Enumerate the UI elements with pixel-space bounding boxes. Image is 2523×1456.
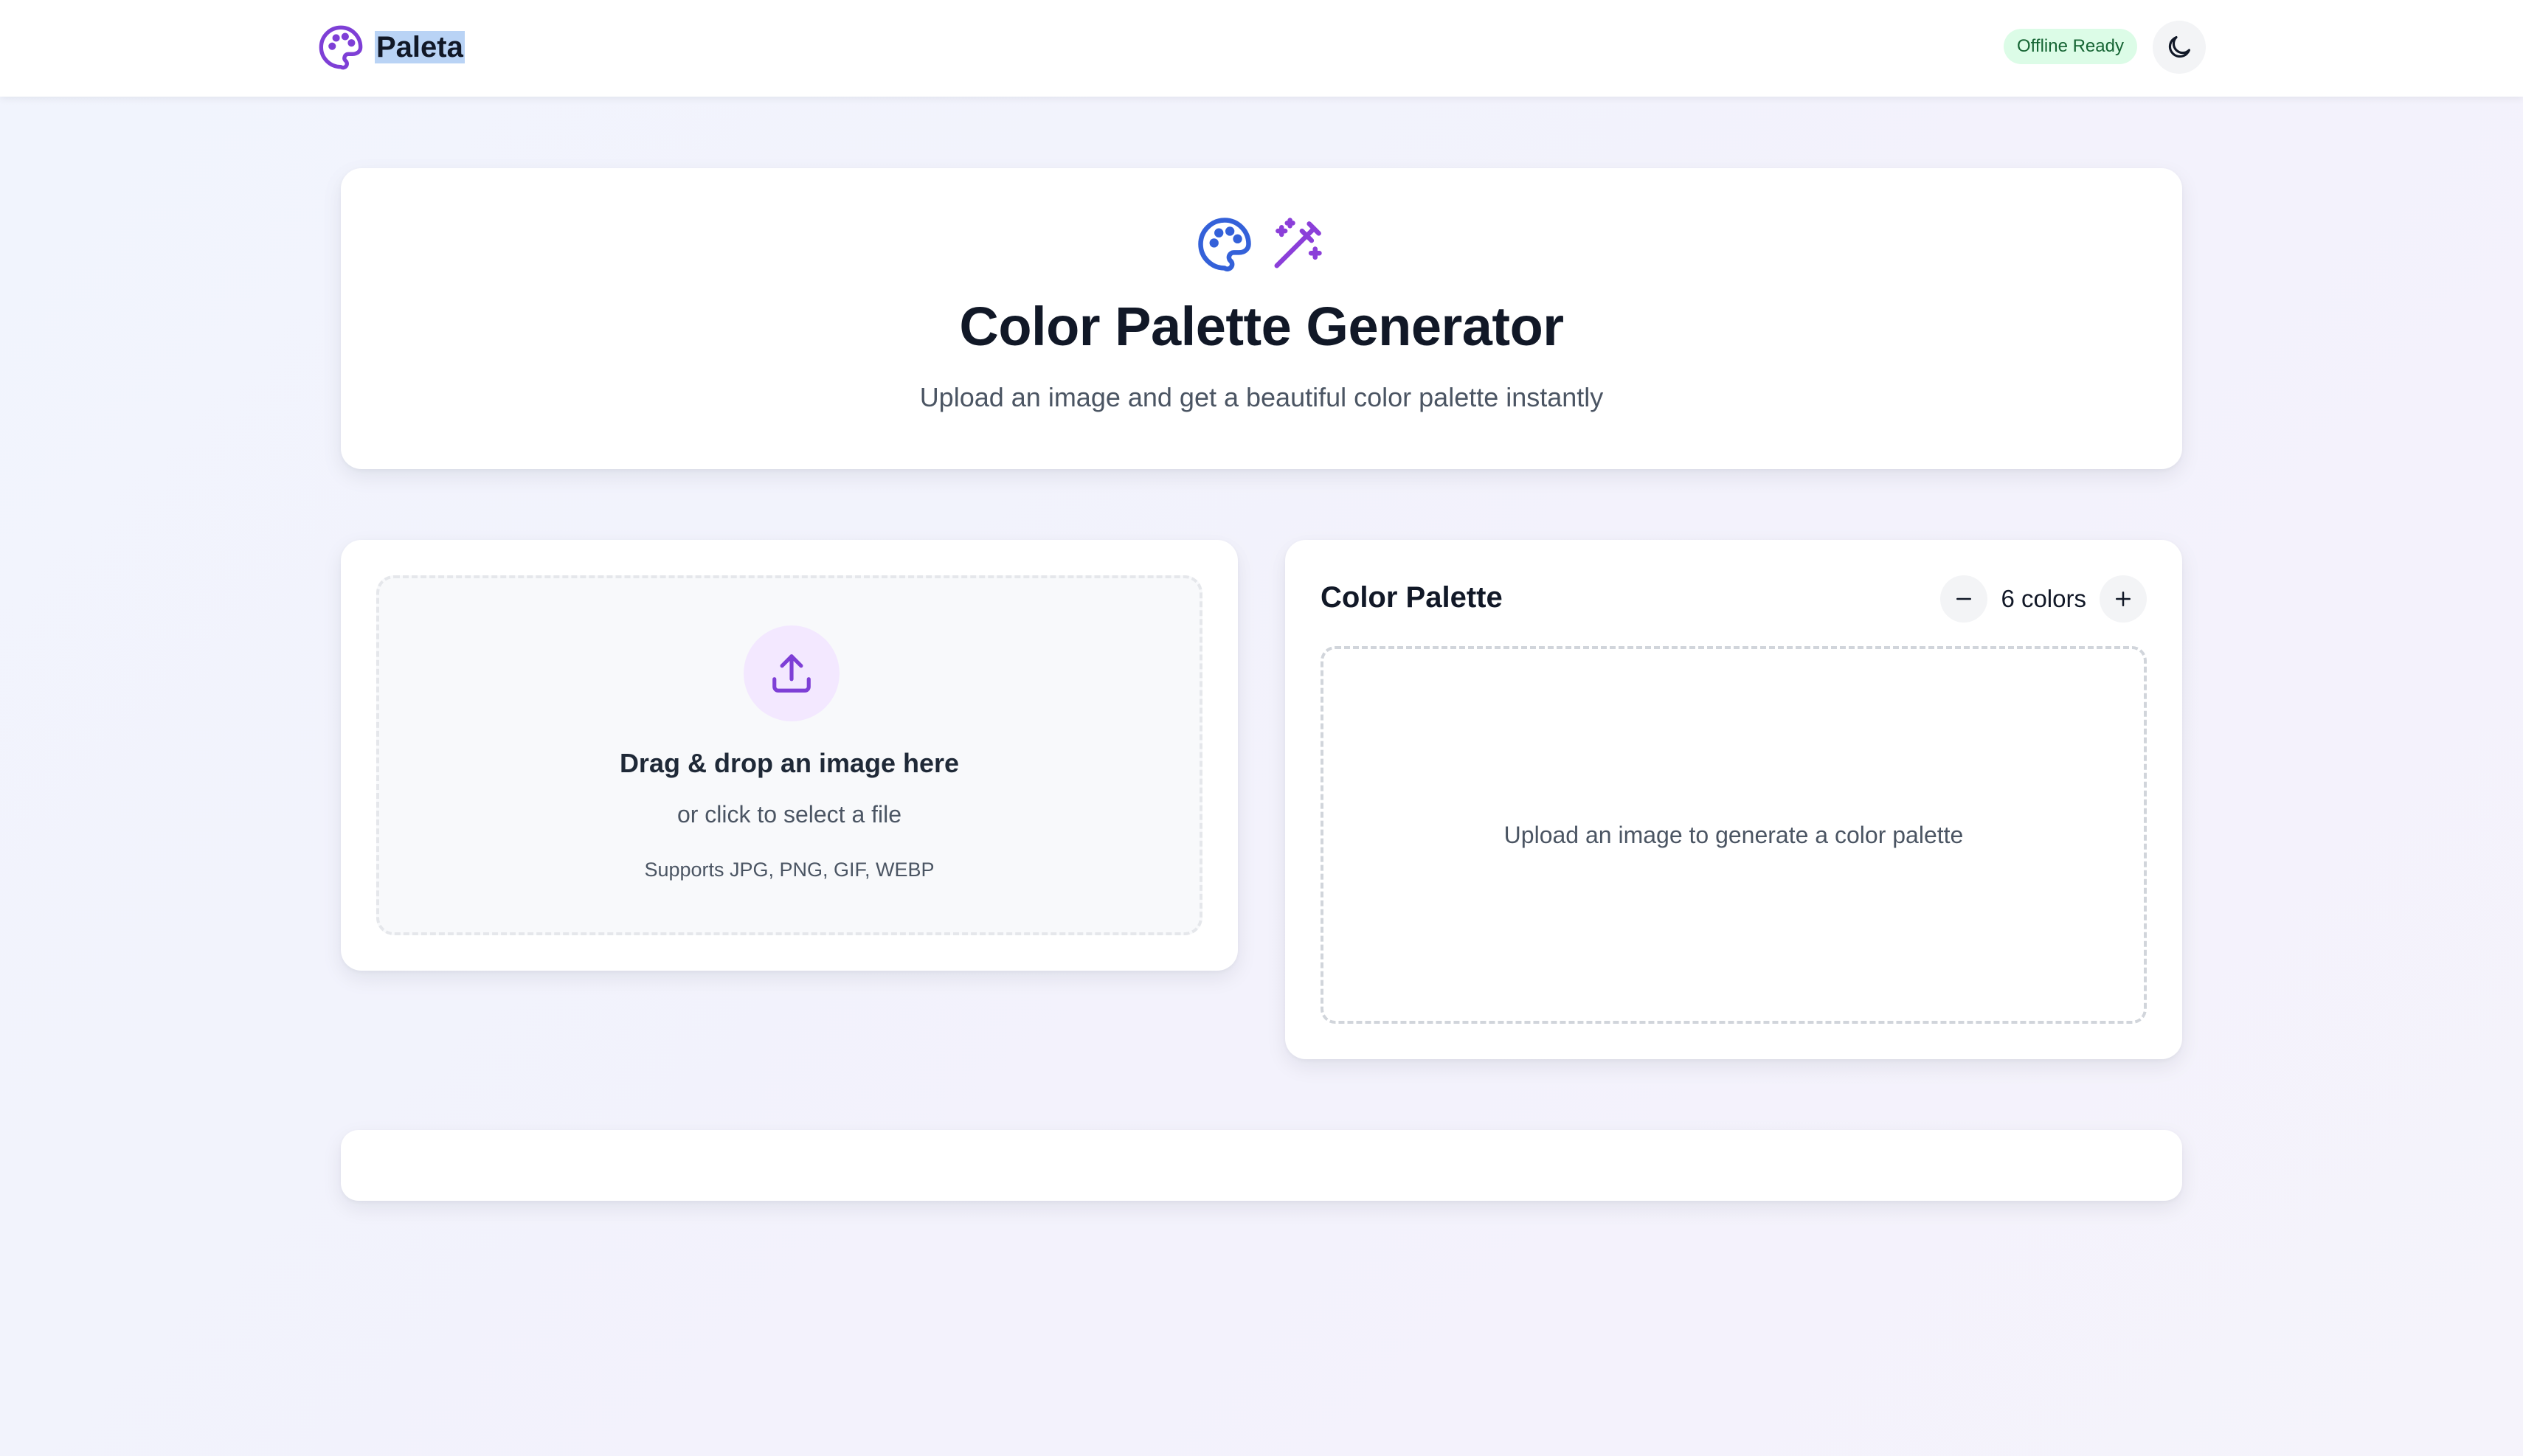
color-count-control: 6 colors [1940, 575, 2147, 623]
magic-wand-icon [1274, 218, 1322, 268]
palette-icon [319, 25, 363, 70]
increase-colors-button[interactable] [2100, 575, 2147, 623]
supported-formats: Supports JPG, PNG, GIF, WEBP [644, 859, 935, 881]
palette-empty-state: Upload an image to generate a color pale… [1321, 646, 2147, 1024]
brand[interactable]: Paleta [317, 22, 465, 72]
brand-name: Paleta [375, 31, 465, 63]
page-subtitle: Upload an image and get a beautiful colo… [919, 382, 1604, 412]
hero-icons [341, 215, 2182, 273]
palette-title: Color Palette [1321, 581, 1503, 614]
plus-icon [2116, 592, 2131, 606]
upload-icon [772, 654, 811, 693]
color-count-label: 6 colors [2001, 585, 2086, 612]
upload-icon-circle [744, 625, 840, 721]
palette-empty-message: Upload an image to generate a color pale… [1503, 821, 1964, 848]
page-title: Color Palette Generator [959, 296, 1564, 357]
dropzone-title: Drag & drop an image here [619, 748, 960, 778]
theme-toggle-button[interactable] [2153, 21, 2206, 74]
bottom-panel [341, 1130, 2182, 1201]
offline-status-badge: Offline Ready [2004, 29, 2137, 64]
decrease-colors-button[interactable] [1940, 575, 1988, 623]
image-dropzone[interactable]: Drag & drop an image here or click to se… [376, 575, 1202, 935]
upload-card: Drag & drop an image here or click to se… [341, 540, 1238, 971]
moon-icon [2168, 35, 2191, 58]
palette-card: Color Palette 6 colors Upload an image t… [1285, 540, 2182, 1059]
top-bar: Paleta Offline Ready [0, 0, 2523, 97]
minus-icon [1956, 597, 1972, 600]
dropzone-subtitle: or click to select a file [676, 801, 902, 828]
hero-card: Color Palette Generator Upload an image … [341, 168, 2182, 469]
palette-icon [1198, 218, 1251, 271]
